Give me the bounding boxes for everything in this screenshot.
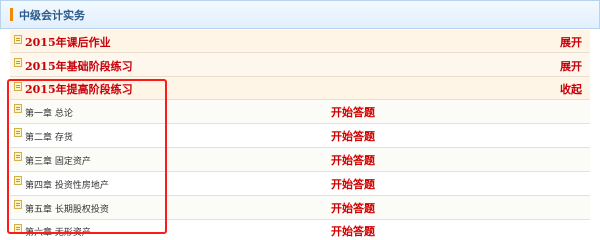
start-quiz-link[interactable]: 开始答题 xyxy=(331,200,375,216)
chapter-row: 第二章 存货 开始答题 xyxy=(10,124,590,148)
chapter-label: 第二章 存货 xyxy=(25,133,73,143)
section-row-basic: 2015年基础阶段练习 展开 xyxy=(10,53,590,77)
document-icon xyxy=(14,176,22,185)
section-row-homework: 2015年课后作业 展开 xyxy=(10,30,590,53)
panel-title: 中级会计实务 xyxy=(19,9,85,22)
section-label: 2015年提高阶段练习 xyxy=(25,83,133,96)
chapter-row: 第三章 固定资产 开始答题 xyxy=(10,148,590,172)
document-icon xyxy=(14,152,22,161)
chapter-row: 第一章 总论 开始答题 xyxy=(10,100,590,124)
chapter-label: 第三章 固定资产 xyxy=(25,157,91,167)
collapse-button[interactable]: 收起 xyxy=(560,81,582,97)
document-icon xyxy=(14,224,22,233)
document-icon xyxy=(14,128,22,137)
start-quiz-link[interactable]: 开始答题 xyxy=(331,176,375,192)
document-icon xyxy=(14,104,22,113)
document-icon xyxy=(14,58,22,67)
document-icon xyxy=(14,35,22,44)
section-row-advanced: 2015年提高阶段练习 收起 xyxy=(10,77,590,100)
chapter-row: 第五章 长期股权投资 开始答题 xyxy=(10,196,590,220)
document-icon xyxy=(14,82,22,91)
start-quiz-link[interactable]: 开始答题 xyxy=(331,104,375,120)
chapter-label: 第四章 投资性房地产 xyxy=(25,181,109,191)
section-label: 2015年基础阶段练习 xyxy=(25,60,133,73)
document-icon xyxy=(14,200,22,209)
expand-button[interactable]: 展开 xyxy=(560,58,582,74)
panel-header: 中级会计实务 xyxy=(0,0,600,29)
chapter-label: 第一章 总论 xyxy=(25,109,73,119)
chapter-label: 第六章 无形资产 xyxy=(25,228,91,238)
header-accent-bar xyxy=(10,8,13,21)
chapter-row: 第六章 无形资产 开始答题 xyxy=(10,220,590,239)
start-quiz-link[interactable]: 开始答题 xyxy=(331,152,375,168)
chapter-label: 第五章 长期股权投资 xyxy=(25,205,109,215)
start-quiz-link[interactable]: 开始答题 xyxy=(331,128,375,144)
start-quiz-link[interactable]: 开始答题 xyxy=(331,223,375,239)
expand-button[interactable]: 展开 xyxy=(560,34,582,50)
section-label: 2015年课后作业 xyxy=(25,36,111,49)
chapter-row: 第四章 投资性房地产 开始答题 xyxy=(10,172,590,196)
